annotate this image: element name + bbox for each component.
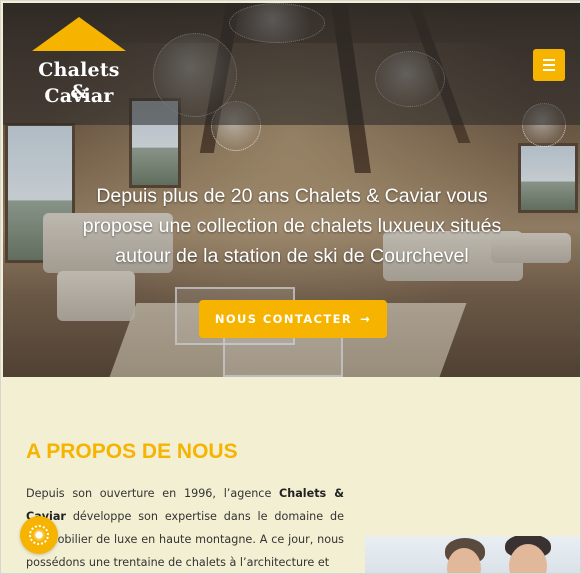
team-photo bbox=[365, 536, 580, 573]
logo-text-line2: Caviar bbox=[44, 85, 114, 107]
about-text-part2: développe son expertise dans le domaine … bbox=[26, 510, 344, 569]
hero-tagline: Depuis plus de 20 ans Chalets & Caviar v… bbox=[82, 185, 502, 267]
mountain-icon bbox=[32, 17, 126, 51]
about-title: A PROPOS DE NOUS bbox=[26, 440, 238, 463]
chat-icon[interactable] bbox=[20, 516, 58, 554]
menu-button[interactable] bbox=[533, 49, 565, 81]
hamburger-icon bbox=[543, 64, 555, 66]
arrow-right-icon: → bbox=[360, 312, 372, 326]
hero-section: Chalets & Caviar Depuis plus de 20 ans C… bbox=[3, 3, 580, 377]
hamburger-icon bbox=[543, 59, 555, 61]
brand-logo[interactable]: Chalets & Caviar bbox=[27, 17, 131, 113]
about-text-part1: Depuis son ouverture en 1996, l’agence bbox=[26, 487, 280, 500]
hamburger-icon bbox=[543, 69, 555, 71]
contact-button-label: NOUS CONTACTER bbox=[214, 312, 353, 326]
contact-button[interactable]: NOUS CONTACTER → bbox=[199, 300, 387, 338]
about-paragraph: Depuis son ouverture en 1996, l’agence C… bbox=[26, 482, 344, 573]
page-frame: Chalets & Caviar Depuis plus de 20 ans C… bbox=[0, 0, 581, 574]
about-section: A PROPOS DE NOUS Depuis son ouverture en… bbox=[3, 377, 580, 573]
